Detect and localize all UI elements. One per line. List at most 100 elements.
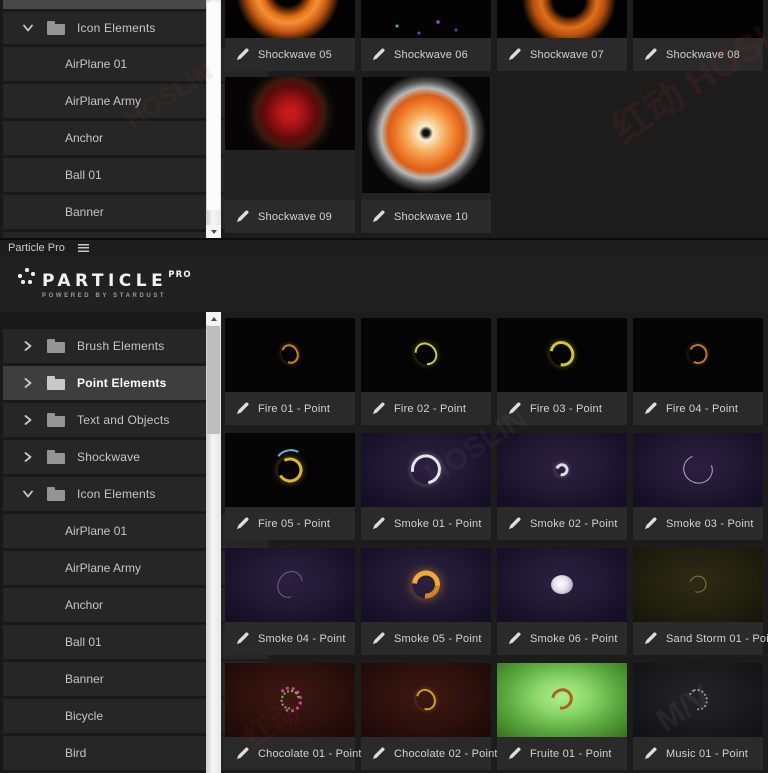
card-shockwave-10[interactable]: Shockwave 10 xyxy=(361,77,491,233)
thumbnail-fire-01-point[interactable] xyxy=(225,318,355,392)
sidebar-item-label: Ball 01 xyxy=(65,635,102,649)
scroll-down-button[interactable] xyxy=(206,225,221,238)
thumbnail-shockwave-06[interactable] xyxy=(361,0,491,38)
thumbnail-sand-storm-01-point[interactable] xyxy=(633,548,763,622)
card-chocolate-01-point[interactable]: Chocolate 01 - Point xyxy=(225,663,355,770)
chevron-down-icon[interactable] xyxy=(23,490,33,499)
thumbnail-smoke-04-point[interactable] xyxy=(225,548,355,622)
thumbnail-shockwave-05[interactable] xyxy=(225,0,355,38)
sidebar-folder-shockwave[interactable]: Shockwave xyxy=(3,440,206,474)
card-shockwave-06[interactable]: Shockwave 06 xyxy=(361,0,491,71)
thumbnail-fire-05-point[interactable] xyxy=(225,433,355,507)
card-smoke-01-point[interactable]: Smoke 01 - Point xyxy=(361,433,491,540)
top-sidebar-selected-folder-partial[interactable] xyxy=(3,0,206,9)
chevron-right-icon[interactable] xyxy=(23,341,33,351)
card-label: Smoke 06 - Point xyxy=(530,633,618,645)
sidebar-item-label: AirPlane Army xyxy=(65,561,141,575)
card-smoke-02-point[interactable]: Smoke 02 - Point xyxy=(497,433,627,540)
thumbnail-shockwave-07[interactable] xyxy=(497,0,627,38)
sidebar-folder-point-elements[interactable]: Point Elements xyxy=(3,366,206,400)
card-smoke-05-point[interactable]: Smoke 05 - Point xyxy=(361,548,491,655)
card-music-01-point[interactable]: Music 01 - Point xyxy=(633,663,763,770)
card-label-bar: Sand Storm 01 - Point xyxy=(633,622,763,655)
thumbnail-smoke-01-point[interactable] xyxy=(361,433,491,507)
sidebar-folder-brush-elements[interactable]: Brush Elements xyxy=(3,329,206,363)
card-label-bar: Fruite 01 - Point xyxy=(497,737,627,770)
card-fruite-01-point[interactable]: Fruite 01 - Point xyxy=(497,663,627,770)
bottom-sidebar-scrollbar[interactable] xyxy=(206,312,221,773)
scrollbar-thumb[interactable] xyxy=(207,326,220,434)
pen-icon xyxy=(236,747,249,760)
top-sidebar-scrollbar[interactable] xyxy=(206,0,221,238)
card-smoke-04-point[interactable]: Smoke 04 - Point xyxy=(225,548,355,655)
scrollbar-thumb[interactable] xyxy=(207,2,220,210)
thumbnail-fire-02-point[interactable] xyxy=(361,318,491,392)
thumbnail-shockwave-08[interactable] xyxy=(633,0,763,38)
pen-icon xyxy=(236,517,249,530)
card-shockwave-09[interactable]: Shockwave 09 xyxy=(225,77,355,233)
card-fire-05-point[interactable]: Fire 05 - Point xyxy=(225,433,355,540)
card-chocolate-02-point[interactable]: Chocolate 02 - Point xyxy=(361,663,491,770)
card-fire-03-point[interactable]: Fire 03 - Point xyxy=(497,318,627,425)
thumbnail-smoke-02-point[interactable] xyxy=(497,433,627,507)
card-fire-02-point[interactable]: Fire 02 - Point xyxy=(361,318,491,425)
particle-preview xyxy=(406,565,445,604)
card-shockwave-07[interactable]: Shockwave 07 xyxy=(497,0,627,71)
card-shockwave-05[interactable]: Shockwave 05 xyxy=(225,0,355,71)
card-label-bar: Smoke 05 - Point xyxy=(361,622,491,655)
card-spacer xyxy=(361,193,491,200)
sidebar-item-label: Anchor xyxy=(65,598,103,612)
card-label-bar: Smoke 04 - Point xyxy=(225,622,355,655)
thumbnail-fire-04-point[interactable] xyxy=(633,318,763,392)
particle-preview xyxy=(553,461,571,479)
thumbnail-fruite-01-point[interactable] xyxy=(497,663,627,737)
pen-icon xyxy=(644,517,657,530)
folder-label: Icon Elements xyxy=(77,21,156,35)
thumbnail-fire-03-point[interactable] xyxy=(497,318,627,392)
sidebar-folder-text-and-objects[interactable]: Text and Objects xyxy=(3,403,206,437)
sidebar-item-label: AirPlane 01 xyxy=(65,57,127,71)
sidebar-item-label: Anchor xyxy=(65,131,103,145)
thumbnail-chocolate-02-point[interactable] xyxy=(361,663,491,737)
pen-icon xyxy=(644,632,657,645)
card-label-bar: Shockwave 10 xyxy=(361,200,491,233)
chevron-right-icon[interactable] xyxy=(23,452,33,462)
card-sand-storm-01-point[interactable]: Sand Storm 01 - Point xyxy=(633,548,763,655)
sidebar-folder-icon-elements[interactable]: Icon Elements xyxy=(3,477,206,511)
card-fire-01-point[interactable]: Fire 01 - Point xyxy=(225,318,355,425)
thumbnail-chocolate-01-point[interactable] xyxy=(225,663,355,737)
pen-icon xyxy=(236,402,249,415)
card-label-bar: Fire 03 - Point xyxy=(497,392,627,425)
card-smoke-03-point[interactable]: Smoke 03 - Point xyxy=(633,433,763,540)
thumbnail-smoke-05-point[interactable] xyxy=(361,548,491,622)
pen-icon xyxy=(236,48,249,61)
scroll-up-button[interactable] xyxy=(206,312,221,325)
card-shockwave-08[interactable]: Shockwave 08 xyxy=(633,0,763,71)
folder-label: Text and Objects xyxy=(77,413,170,427)
card-label-bar: Music 01 - Point xyxy=(633,737,763,770)
thumbnail-shockwave-10[interactable] xyxy=(362,77,490,193)
particle-logo-icon xyxy=(18,268,35,285)
thumbnail-smoke-03-point[interactable] xyxy=(633,433,763,507)
top-sidebar-folder-icon-elements[interactable]: Icon Elements xyxy=(3,12,206,44)
panel-menu-icon[interactable] xyxy=(78,244,89,252)
pen-icon xyxy=(236,210,249,223)
card-label: Chocolate 02 - Point xyxy=(394,748,498,760)
pen-icon xyxy=(644,402,657,415)
card-label: Smoke 01 - Point xyxy=(394,518,482,530)
thumbnail-shockwave-09[interactable] xyxy=(225,77,355,150)
chevron-right-icon[interactable] xyxy=(23,415,33,425)
card-smoke-06-point[interactable]: Smoke 06 - Point xyxy=(497,548,627,655)
card-label-bar: Shockwave 07 xyxy=(497,38,627,71)
card-label-bar: Smoke 02 - Point xyxy=(497,507,627,540)
chevron-right-icon[interactable] xyxy=(23,378,33,388)
folder-icon xyxy=(47,414,65,427)
thumbnail-smoke-06-point[interactable] xyxy=(497,548,627,622)
thumbnail-music-01-point[interactable] xyxy=(633,663,763,737)
card-label-bar: Fire 02 - Point xyxy=(361,392,491,425)
card-label: Chocolate 01 - Point xyxy=(258,748,362,760)
chevron-down-icon[interactable] xyxy=(23,24,33,33)
folder-icon xyxy=(47,22,65,35)
card-label-bar: Chocolate 01 - Point xyxy=(225,737,355,770)
card-fire-04-point[interactable]: Fire 04 - Point xyxy=(633,318,763,425)
